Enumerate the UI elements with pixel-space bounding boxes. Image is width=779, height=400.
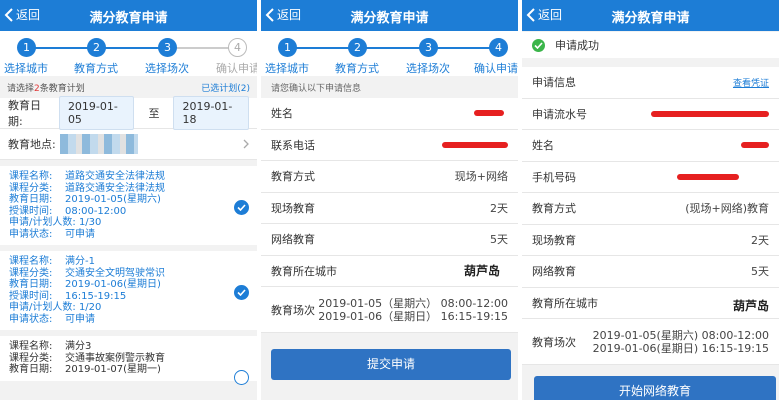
name-row: 姓名 bbox=[261, 98, 518, 130]
step-3-dot: 3 bbox=[419, 38, 438, 57]
info-header-row: 申请信息 查看凭证 bbox=[522, 67, 779, 99]
step-4-dot: 4 bbox=[489, 38, 508, 57]
step-4-label: 确认申请 bbox=[216, 62, 257, 75]
step-1-label: 选择城市 bbox=[4, 62, 48, 75]
page-title: 满分教育申请 bbox=[89, 11, 168, 26]
submit-button[interactable]: 提交申请 bbox=[271, 349, 511, 380]
step-2-label: 教育方式 bbox=[335, 62, 379, 75]
step-indicator: 1 2 3 4 选择城市 教育方式 选择场次 确认申请 bbox=[261, 31, 518, 76]
chevron-right-icon bbox=[243, 139, 249, 149]
step-2-dot: 2 bbox=[87, 38, 106, 57]
unchecked-circle-icon[interactable] bbox=[234, 370, 249, 385]
step-1-dot: 1 bbox=[278, 38, 297, 57]
step-indicator: 1 2 3 4 选择城市 教育方式 选择场次 确认申请 bbox=[0, 31, 257, 76]
date-range-row: 教育日期: 2019-01-05 至 2019-01-18 bbox=[0, 96, 257, 130]
success-check-icon bbox=[532, 38, 545, 52]
course-card[interactable]: 课程名称: 道路交通安全法律法规 课程分类: 道路交通安全法律法规 教育日期: 201… bbox=[0, 166, 257, 251]
success-text: 申请成功 bbox=[555, 39, 599, 52]
date-range-separator: 至 bbox=[148, 107, 160, 120]
session-row: 教育场次 2019-01-05（星期六） 08:00-12:00 2019-01-… bbox=[261, 287, 518, 333]
mobile-redacted bbox=[677, 173, 739, 180]
city-row: 教育所在城市 葫芦岛 bbox=[261, 255, 518, 287]
screen-confirm-application: 返回 满分教育申请 1 2 3 4 选择城市 教育方式 选择场次 确认申请 请您… bbox=[261, 0, 518, 400]
plan-hint-bar: 请选择2条教育计划 已选计划(2) bbox=[0, 76, 257, 98]
step-remaining-line bbox=[167, 47, 237, 49]
page-title: 满分教育申请 bbox=[611, 11, 690, 26]
session-row: 教育场次 2019-01-05(星期六) 08:00-12:00 2019-01-… bbox=[522, 319, 779, 365]
step-3-label: 选择场次 bbox=[145, 62, 189, 75]
checked-icon[interactable] bbox=[234, 285, 249, 300]
name-redacted bbox=[741, 142, 769, 149]
step-4-label: 确认申请 bbox=[474, 62, 518, 75]
page-title: 满分教育申请 bbox=[350, 11, 429, 26]
confirm-hint: 请您确认以下申请信息 bbox=[271, 83, 362, 94]
name-redacted bbox=[474, 110, 504, 117]
success-banner: 申请成功 bbox=[522, 32, 779, 58]
name-row: 姓名 bbox=[522, 130, 779, 162]
view-voucher-link[interactable]: 查看凭证 bbox=[733, 76, 769, 89]
onsite-row: 现场教育 2天 bbox=[261, 192, 518, 224]
nav-bar: 返回 满分教育申请 bbox=[261, 0, 518, 31]
online-row: 网络教育 5天 bbox=[261, 224, 518, 256]
step-1-dot: 1 bbox=[17, 38, 36, 57]
step-3-label: 选择场次 bbox=[406, 62, 450, 75]
step-2-label: 教育方式 bbox=[74, 62, 118, 75]
online-row: 网络教育 5天 bbox=[522, 256, 779, 288]
step-1-label: 选择城市 bbox=[265, 62, 309, 75]
place-row[interactable]: 教育地点: bbox=[0, 129, 257, 160]
date-label: 教育日期: bbox=[8, 99, 41, 128]
course-card[interactable]: 课程名称: 满分-1 课程分类: 交通安全文明驾驶常识 教育日期: 2019-01-0… bbox=[0, 251, 257, 336]
checked-icon[interactable] bbox=[234, 200, 249, 215]
step-4-dot: 4 bbox=[228, 38, 247, 57]
nav-bar: 返回 满分教育申请 bbox=[0, 0, 257, 31]
method-row: 教育方式 现场+网络 bbox=[261, 161, 518, 193]
course-card[interactable]: 课程名称: 满分3 课程分类: 交通事故案例警示教育 教育日期: 2019-01-07… bbox=[0, 336, 257, 387]
step-3-dot: 3 bbox=[158, 38, 177, 57]
onsite-row: 现场教育 2天 bbox=[522, 224, 779, 256]
phone-row: 联系电话 bbox=[261, 129, 518, 161]
serial-row: 申请流水号 bbox=[522, 98, 779, 130]
step-progress-line bbox=[287, 47, 499, 49]
screen-select-session: 返回 满分教育申请 1 2 3 4 选择城市 教育方式 选择场次 确认申请 请选… bbox=[0, 0, 257, 400]
screen-application-success: 返回 满分教育申请 申请成功 申请信息 查看凭证 申请流水号 姓名 手机号码 教… bbox=[522, 0, 779, 400]
serial-redacted bbox=[651, 110, 769, 117]
step-2-dot: 2 bbox=[348, 38, 367, 57]
place-label: 教育地点: bbox=[8, 138, 56, 151]
mobile-row: 手机号码 bbox=[522, 161, 779, 193]
date-to-field[interactable]: 2019-01-18 bbox=[173, 96, 249, 130]
city-row: 教育所在城市 葫芦岛 bbox=[522, 287, 779, 319]
selected-plans-link[interactable]: 已选计划(2) bbox=[201, 81, 250, 94]
place-value-blurred bbox=[59, 134, 138, 154]
start-online-education-button[interactable]: 开始网络教育 bbox=[534, 376, 776, 400]
method-row: 教育方式 (现场+网络)教育 bbox=[522, 193, 779, 225]
phone-redacted bbox=[442, 141, 508, 148]
nav-bar: 返回 满分教育申请 bbox=[522, 0, 779, 31]
date-from-field[interactable]: 2019-01-05 bbox=[58, 96, 135, 130]
plan-hint: 请选择2条教育计划 bbox=[7, 83, 85, 94]
